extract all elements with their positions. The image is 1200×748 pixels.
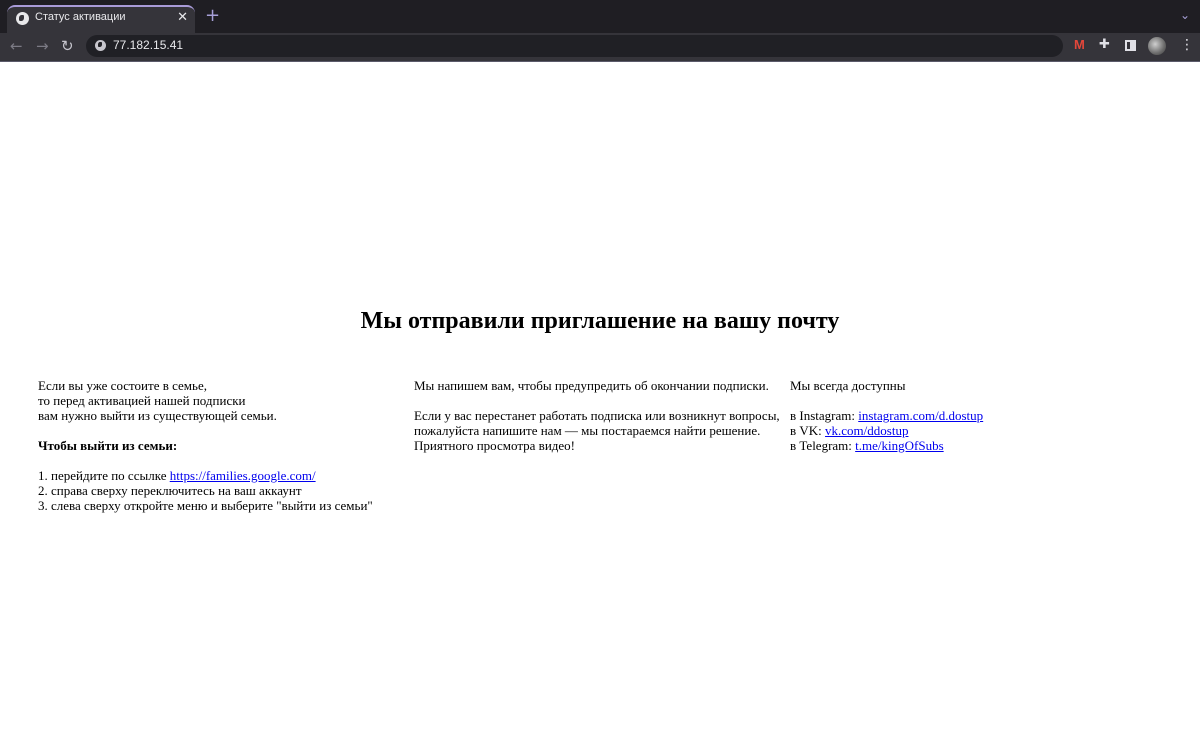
address-bar[interactable]: 77.182.15.41 [86,35,1063,57]
url-text[interactable]: 77.182.15.41 [113,38,183,52]
site-info-icon[interactable] [95,40,106,51]
telegram-label: в Telegram: [790,438,856,453]
browser-toolbar: ← → ↻ 77.182.15.41 M ✚ ⋮ [0,33,1200,62]
middle-line-2: Если у вас перестанет работать подписка … [414,408,780,423]
step-2: 2. справа сверху переключитесь на ваш ак… [38,483,302,498]
middle-column: Мы напишем вам, чтобы предупредить об ок… [414,378,784,453]
families-google-link[interactable]: https://families.google.com/ [170,468,316,483]
tab-title: Статус активации [35,11,126,23]
reload-button[interactable]: ↻ [61,36,74,56]
back-button[interactable]: ← [10,36,23,56]
close-tab-icon[interactable]: ✕ [177,9,188,27]
browser-menu-icon[interactable]: ⋮ [1180,37,1194,53]
gmail-glyph: M [1074,37,1085,52]
left-line-3: вам нужно выйти из существующей семьи. [38,408,277,423]
profile-avatar[interactable] [1148,37,1166,55]
middle-line-3: пожалуйста напишите нам — мы постараемся… [414,423,761,438]
tab-search-chevron-icon[interactable]: ⌄ [1180,8,1190,22]
new-tab-button[interactable]: + [205,6,220,26]
tab-active[interactable]: Статус активации ✕ [7,5,195,33]
side-panel-icon[interactable] [1125,40,1136,51]
tab-strip: Статус активации ✕ + ⌄ [0,0,1200,33]
left-line-2: то перед активацией нашей подписки [38,393,246,408]
globe-icon [16,12,29,25]
vk-link[interactable]: vk.com/ddostup [825,423,908,438]
step-1-text: 1. перейдите по ссылке [38,468,170,483]
telegram-row: в Telegram: t.me/kingOfSubs [790,438,1120,453]
gmail-extension-icon[interactable]: M [1074,37,1088,53]
left-column: Если вы уже состоите в семье, то перед а… [38,378,398,513]
middle-line-1: Мы напишем вам, чтобы предупредить об ок… [414,378,769,393]
vk-row: в VK: vk.com/ddostup [790,423,1120,438]
right-line-1: Мы всегда доступны [790,378,906,393]
middle-line-4: Приятного просмотра видео! [414,438,575,453]
vk-label: в VK: [790,423,826,438]
instagram-row: в Instagram: instagram.com/d.dostup [790,408,1120,423]
extensions-puzzle-icon[interactable]: ✚ [1099,37,1110,53]
step-3: 3. слева сверху откройте меню и выберите… [38,498,373,513]
telegram-link[interactable]: t.me/kingOfSubs [855,438,943,453]
instagram-label: в Instagram: [790,408,859,423]
step-1: 1. перейдите по ссылке https://families.… [38,468,398,483]
right-column: Мы всегда доступны в Instagram: instagra… [790,378,1120,453]
left-line-1: Если вы уже состоите в семье, [38,378,207,393]
page-content: Мы отправили приглашение на вашу почту Е… [0,62,1200,748]
page-heading: Мы отправили приглашение на вашу почту [360,308,840,334]
exit-family-title: Чтобы выйти из семьи: [38,438,178,453]
forward-button[interactable]: → [36,36,49,56]
instagram-link[interactable]: instagram.com/d.dostup [858,408,983,423]
